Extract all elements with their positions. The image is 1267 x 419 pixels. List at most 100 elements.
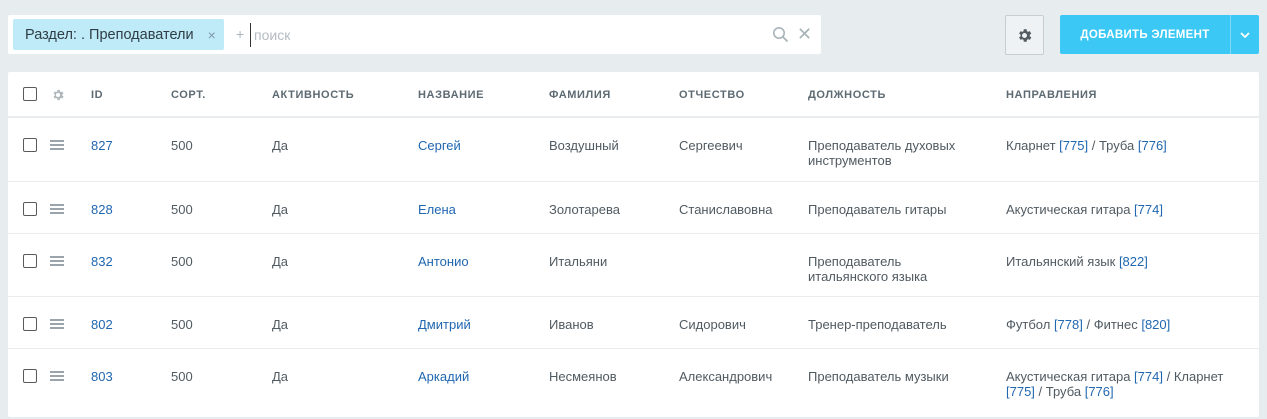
filter-chip-label: Раздел: . Преподаватели: [25, 26, 194, 43]
table-row[interactable]: 827 500 Да Сергей Воздушный Сергеевич Преподав…: [8, 118, 1259, 182]
cell-name[interactable]: Сергей: [418, 138, 461, 153]
cell-active: Да: [272, 138, 289, 153]
direction-name: Акустическая гитара: [1006, 202, 1135, 217]
cell-name[interactable]: Аркадий: [418, 369, 469, 384]
row-checkbox[interactable]: [23, 254, 37, 268]
cell-position: Преподаватель итальянского языка: [808, 254, 928, 284]
table-row[interactable]: 802 500 Да Дмитрий Иванов Сидорович Тренер-пре…: [8, 297, 1259, 349]
cell-name[interactable]: Антонио: [418, 254, 469, 269]
direction-separator: /: [1088, 138, 1099, 153]
row-checkbox[interactable]: [23, 317, 37, 331]
cell-sort: 500: [171, 254, 193, 269]
clear-search-icon[interactable]: ✕: [797, 24, 812, 45]
direction-separator: /: [1162, 369, 1174, 384]
row-checkbox[interactable]: [23, 202, 37, 216]
direction-name: Труба: [1045, 384, 1085, 399]
table-row[interactable]: 828 500 Да Елена Золотарева Станиславовна Преп…: [8, 182, 1259, 234]
elements-table: ID СОРТ. АКТИВНОСТЬ НАЗВАНИЕ ФАМИЛИЯ ОТЧ…: [8, 72, 1259, 419]
column-header-position[interactable]: ДОЛЖНОСТЬ: [808, 89, 886, 101]
cell-active: Да: [272, 202, 289, 217]
chevron-down-icon: [1240, 31, 1250, 38]
direction-name: Кларнет: [1173, 369, 1224, 384]
cell-directions: Акустическая гитара [774] / Кларнет [775…: [1006, 369, 1241, 399]
column-header-active[interactable]: АКТИВНОСТЬ: [272, 89, 354, 101]
cell-surname: Золотарева: [549, 202, 620, 217]
select-all-checkbox[interactable]: [23, 87, 37, 101]
cell-surname: Воздушный: [549, 138, 619, 153]
table-row[interactable]: 803 500 Да Аркадий Несмеянов Александрович Пре…: [8, 349, 1259, 419]
cell-id[interactable]: 828: [91, 202, 113, 217]
filter-search-bar[interactable]: Раздел: . Преподаватели × + ✕: [8, 15, 821, 54]
cell-directions: Футбол [778] / Фитнес [820]: [1006, 317, 1241, 332]
add-filter-plus[interactable]: +: [236, 26, 244, 42]
column-header-id[interactable]: ID: [91, 89, 103, 101]
column-header-directions[interactable]: НАПРАВЛЕНИЯ: [1006, 89, 1097, 101]
column-settings-gear-icon[interactable]: [51, 88, 65, 102]
cell-patronymic: Александрович: [679, 369, 773, 384]
cell-patronymic: Сидорович: [679, 317, 746, 332]
add-element-dropdown[interactable]: [1231, 31, 1259, 38]
direction-name: Кларнет: [1006, 138, 1060, 153]
add-element-label: ДОБАВИТЬ ЭЛЕМЕНТ: [1080, 28, 1210, 41]
column-header-name[interactable]: НАЗВАНИЕ: [418, 89, 484, 101]
direction-name: Фитнес: [1093, 317, 1142, 332]
cell-surname: Иванов: [549, 317, 594, 332]
direction-name: Футбол: [1006, 317, 1054, 332]
row-checkbox[interactable]: [23, 369, 37, 383]
table-row[interactable]: 832 500 Да Антонио Итальяни Преподаватель ита…: [8, 234, 1259, 297]
direction-ref-link[interactable]: [822]: [1119, 254, 1148, 269]
settings-button[interactable]: [1005, 15, 1044, 55]
direction-ref-link[interactable]: [774]: [1134, 369, 1163, 384]
gear-icon: [1019, 28, 1032, 42]
direction-ref-link[interactable]: [778]: [1054, 317, 1083, 332]
cell-active: Да: [272, 254, 289, 269]
drag-handle-icon[interactable]: [50, 371, 64, 381]
direction-ref-link[interactable]: [775]: [1006, 384, 1035, 399]
cell-id[interactable]: 802: [91, 317, 113, 332]
cell-name[interactable]: Елена: [418, 202, 456, 217]
cell-position: Преподаватель музыки: [808, 369, 949, 384]
cell-surname: Несмеянов: [549, 369, 617, 384]
cell-patronymic: Станиславовна: [679, 202, 773, 217]
cell-surname: Итальяни: [549, 254, 608, 269]
add-element-button[interactable]: ДОБАВИТЬ ЭЛЕМЕНТ: [1060, 15, 1259, 54]
filter-chip-close-icon[interactable]: ×: [208, 27, 216, 43]
cell-name[interactable]: Дмитрий: [418, 317, 471, 332]
direction-ref-link[interactable]: [820]: [1141, 317, 1170, 332]
drag-handle-icon[interactable]: [50, 256, 64, 266]
drag-handle-icon[interactable]: [50, 319, 64, 329]
cell-active: Да: [272, 369, 289, 384]
cell-id[interactable]: 827: [91, 138, 113, 153]
search-icon[interactable]: [772, 26, 789, 43]
direction-ref-link[interactable]: [776]: [1138, 138, 1167, 153]
drag-handle-icon[interactable]: [50, 140, 64, 150]
drag-handle-icon[interactable]: [50, 204, 64, 214]
cell-id[interactable]: 803: [91, 369, 113, 384]
row-checkbox[interactable]: [23, 138, 37, 152]
direction-ref-link[interactable]: [774]: [1134, 202, 1163, 217]
direction-separator: /: [1034, 384, 1046, 399]
cell-directions: Итальянский язык [822]: [1006, 254, 1241, 269]
table-header: ID СОРТ. АКТИВНОСТЬ НАЗВАНИЕ ФАМИЛИЯ ОТЧ…: [8, 72, 1259, 118]
cell-directions: Кларнет [775] / Труба [776]: [1006, 138, 1241, 153]
cell-directions: Акустическая гитара [774]: [1006, 202, 1241, 217]
cell-position: Тренер-преподаватель: [808, 317, 947, 332]
direction-name: Акустическая гитара: [1006, 369, 1135, 384]
cell-position: Преподаватель духовых инструментов: [808, 138, 956, 168]
direction-ref-link[interactable]: [775]: [1059, 138, 1088, 153]
direction-name: Труба: [1098, 138, 1138, 153]
search-input[interactable]: [250, 23, 766, 47]
cell-sort: 500: [171, 317, 193, 332]
filter-chip-section[interactable]: Раздел: . Преподаватели ×: [13, 19, 224, 50]
direction-name: Итальянский язык: [1006, 254, 1119, 269]
column-header-patronymic[interactable]: ОТЧЕСТВО: [679, 89, 745, 101]
direction-ref-link[interactable]: [776]: [1085, 384, 1114, 399]
direction-separator: /: [1082, 317, 1094, 332]
cell-sort: 500: [171, 202, 193, 217]
column-header-surname[interactable]: ФАМИЛИЯ: [549, 89, 611, 101]
cell-patronymic: Сергеевич: [679, 138, 743, 153]
column-header-sort[interactable]: СОРТ.: [171, 89, 206, 101]
cell-id[interactable]: 832: [91, 254, 113, 269]
cell-active: Да: [272, 317, 289, 332]
cell-sort: 500: [171, 138, 193, 153]
